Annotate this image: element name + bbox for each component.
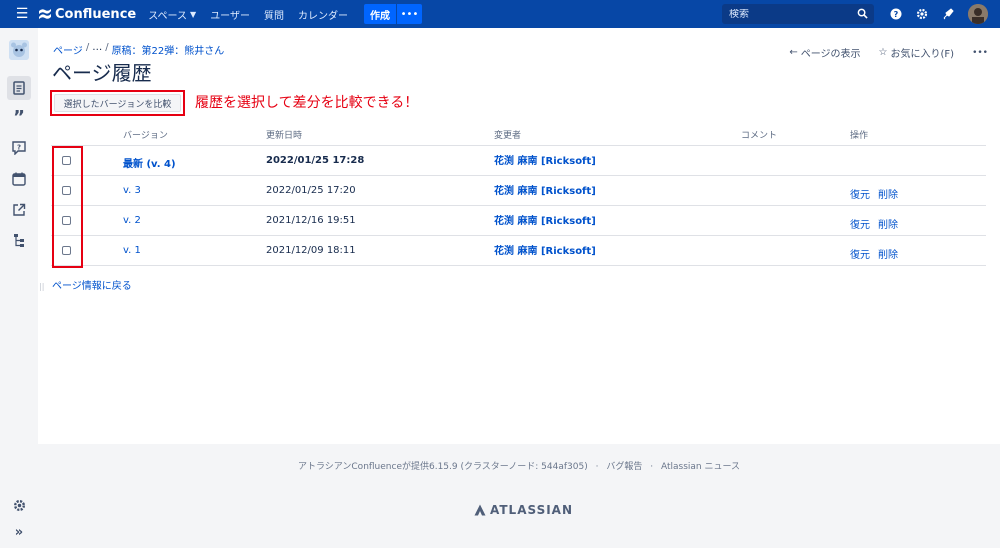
compare-highlight-box: 選択したバージョンを比較 — [50, 90, 185, 116]
space-avatar[interactable] — [9, 40, 29, 60]
page-tree-icon[interactable] — [10, 231, 28, 249]
confluence-logo-icon — [39, 9, 51, 19]
header-actions: 操作 — [850, 131, 869, 141]
calendar-icon[interactable] — [10, 170, 28, 188]
updated-date: 2022/01/25 17:28 — [266, 155, 365, 166]
delete-link[interactable]: 削除 — [878, 216, 898, 231]
footer-separator: · — [595, 462, 599, 472]
settings-icon[interactable] — [914, 6, 930, 22]
confluence-logo[interactable]: Confluence — [38, 7, 136, 22]
left-sidebar: ” ? » — [0, 28, 38, 548]
expand-sidebar-icon[interactable]: » — [10, 523, 28, 541]
compare-versions-button[interactable]: 選択したバージョンを比較 — [54, 94, 181, 112]
version-link[interactable]: 最新 (v. 4) — [123, 155, 176, 170]
table-row: 最新 (v. 4) 2022/01/25 17:28 花渕 麻南 [Rickso… — [51, 146, 986, 176]
author-link[interactable]: 花渕 麻南 [Ricksoft] — [494, 152, 596, 167]
atlassian-news-link[interactable]: Atlassian ニュース — [661, 462, 740, 472]
chevron-down-icon: ▼ — [190, 9, 197, 19]
top-navigation-bar: ☰ Confluence スペース ▼ ユーザー 質問 カレンダー 作成 •••… — [0, 0, 1000, 28]
checkbox-highlight-box — [52, 146, 83, 268]
version-link[interactable]: v. 3 — [123, 185, 141, 196]
notifications-icon[interactable] — [940, 6, 956, 22]
pages-icon[interactable] — [7, 76, 31, 100]
footer-separator: · — [650, 462, 654, 472]
delete-link[interactable]: 削除 — [878, 186, 898, 201]
back-to-page-info-link[interactable]: ページ情報に戻る — [52, 277, 132, 292]
svg-text:?: ? — [894, 10, 899, 19]
breadcrumb: ページ / … / 原稿：第22弾：熊井さん — [53, 42, 224, 57]
header-updated: 更新日時 — [266, 131, 303, 141]
star-icon: ☆ — [878, 47, 888, 58]
search-icon[interactable] — [857, 8, 868, 19]
updated-date: 2021/12/09 18:11 — [266, 245, 356, 256]
powered-by-text: アトラシアンConfluenceが提供6.15.9 (クラスターノード: 544… — [297, 462, 588, 472]
version-link[interactable]: v. 1 — [123, 245, 141, 256]
menu-icon[interactable]: ☰ — [12, 0, 32, 28]
author-link[interactable]: 花渕 麻南 [Ricksoft] — [494, 242, 596, 257]
questions-icon[interactable]: ? — [10, 139, 28, 157]
updated-date: 2021/12/16 19:51 — [266, 215, 356, 226]
header-comment: コメント — [741, 131, 778, 141]
favorite-label: お気に入り(F) — [890, 49, 955, 60]
version-history-table: バージョン 更新日時 変更者 コメント 操作 最新 (v. 4) 2022/01… — [51, 124, 986, 266]
restore-link[interactable]: 復元 — [850, 216, 870, 231]
arrow-left-icon: ← — [789, 47, 798, 58]
external-link-icon[interactable] — [10, 201, 28, 219]
breadcrumb-item-ellipsis[interactable]: … — [92, 42, 102, 57]
favorite-button[interactable]: ☆ お気に入り(F) — [879, 45, 955, 60]
main-content: ページ / … / 原稿：第22弾：熊井さん ← ページの表示 ☆ お気に入り(… — [38, 28, 1000, 444]
author-link[interactable]: 花渕 麻南 [Ricksoft] — [494, 212, 596, 227]
delete-link[interactable]: 削除 — [878, 246, 898, 261]
restore-link[interactable]: 復元 — [850, 246, 870, 261]
updated-date: 2022/01/25 17:20 — [266, 185, 356, 196]
search-input[interactable] — [722, 8, 850, 20]
blog-quote-icon[interactable]: ” — [10, 109, 28, 127]
annotation-text: 履歴を選択して差分を比較できる！ — [195, 95, 419, 111]
view-page-label: ページの表示 — [800, 49, 861, 60]
view-page-button[interactable]: ← ページの表示 — [789, 45, 860, 60]
breadcrumb-separator: / — [105, 42, 109, 53]
nav-questions[interactable]: 質問 — [264, 7, 284, 22]
page-more-button[interactable]: ••• — [972, 48, 988, 58]
header-version: バージョン — [123, 131, 168, 141]
breadcrumb-item-pages[interactable]: ページ — [53, 42, 83, 57]
version-link[interactable]: v. 2 — [123, 215, 141, 226]
create-more-button[interactable]: ••• — [396, 4, 422, 24]
nav-users[interactable]: ユーザー — [210, 7, 250, 22]
search-box[interactable] — [722, 4, 874, 24]
help-icon[interactable]: ? — [888, 6, 904, 22]
table-row: v. 3 2022/01/25 17:20 花渕 麻南 [Ricksoft] 復… — [51, 176, 986, 206]
nav-calendar[interactable]: カレンダー — [298, 7, 348, 22]
top-right-icons: ? — [888, 6, 966, 22]
bug-report-link[interactable]: バグ報告 — [606, 462, 642, 472]
nav-spaces-label: スペース — [148, 10, 188, 22]
space-settings-icon[interactable] — [10, 496, 28, 514]
atlassian-logo-icon — [474, 504, 486, 516]
atlassian-logo[interactable]: ATLASSIAN — [474, 503, 573, 517]
svg-text:?: ? — [17, 144, 21, 152]
logo-text: Confluence — [55, 6, 137, 22]
create-button[interactable]: 作成 — [364, 4, 396, 24]
nav-spaces[interactable]: スペース ▼ — [148, 7, 196, 22]
footer: アトラシアンConfluenceが提供6.15.9 (クラスターノード: 544… — [38, 459, 1000, 472]
page-actions: ← ページの表示 ☆ お気に入り(F) ••• — [771, 45, 988, 60]
header-author: 変更者 — [494, 131, 522, 141]
author-link[interactable]: 花渕 麻南 [Ricksoft] — [494, 182, 596, 197]
page-title: ページ履歴 — [52, 61, 152, 85]
restore-link[interactable]: 復元 — [850, 186, 870, 201]
table-row: v. 2 2021/12/16 19:51 花渕 麻南 [Ricksoft] 復… — [51, 206, 986, 236]
breadcrumb-separator: / — [85, 42, 90, 53]
user-avatar[interactable] — [968, 4, 988, 24]
sidebar-resize-handle[interactable]: || — [39, 282, 44, 291]
atlassian-logo-text: ATLASSIAN — [490, 503, 574, 517]
table-row: v. 1 2021/12/09 18:11 花渕 麻南 [Ricksoft] 復… — [51, 236, 986, 266]
table-header: バージョン 更新日時 変更者 コメント 操作 — [51, 124, 986, 146]
breadcrumb-item-page[interactable]: 原稿：第22弾：熊井さん — [112, 42, 225, 57]
